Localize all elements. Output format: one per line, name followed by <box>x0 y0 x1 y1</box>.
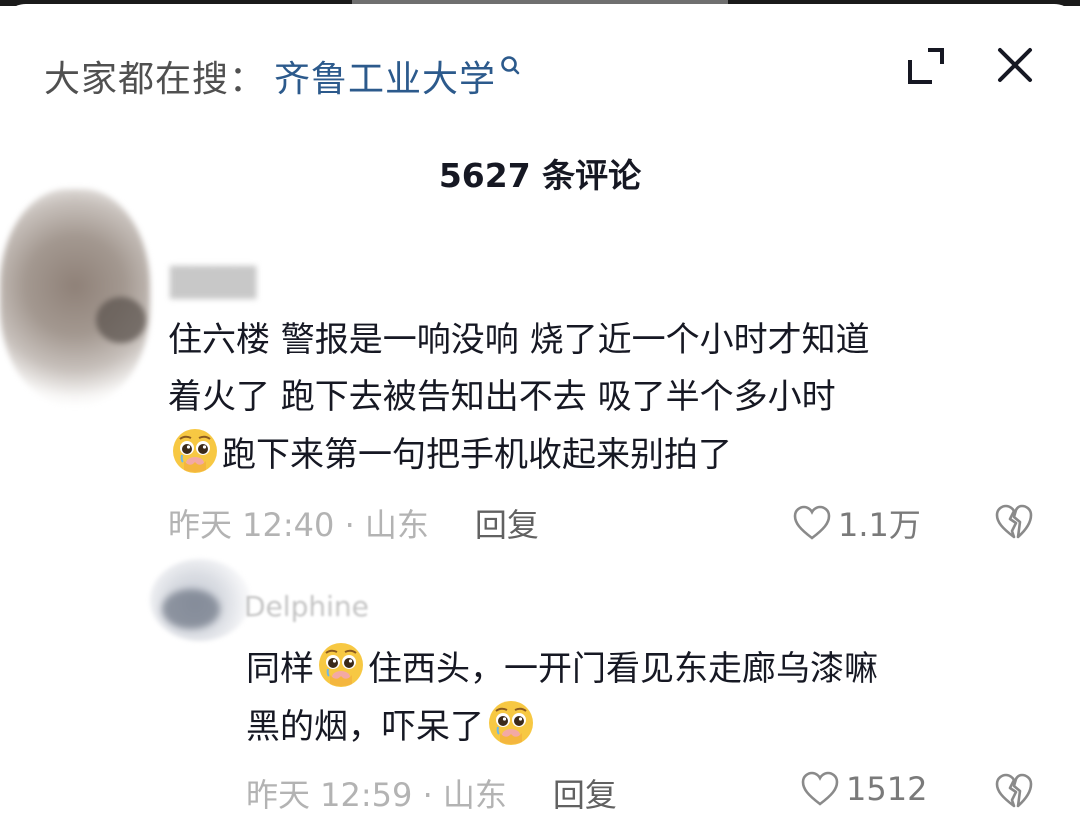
like-button[interactable]: 1512 <box>800 770 927 808</box>
like-count: 1.1万 <box>838 506 921 544</box>
comment-line: 住六楼 警报是一响没响 烧了近一个小时才知道 <box>168 320 870 360</box>
comment-sheet: 大家都在搜： 齐鲁工业大学 5627 条评论 ████ 住六楼 警报是一响没响 … <box>0 4 1080 834</box>
comment-line-text: 黑的烟，吓呆了 <box>246 707 484 747</box>
reply-button[interactable]: 回复 <box>553 770 617 816</box>
comment-body: 住六楼 警报是一响没响 烧了近一个小时才知道 着火了 跑下去被告知出不去 吸了半… <box>168 312 1048 484</box>
comment-line-with-emoji: 黑的烟，吓呆了 <box>246 698 1046 756</box>
like-button[interactable]: 1.1万 <box>792 500 921 546</box>
avatar[interactable] <box>0 189 150 404</box>
search-icon <box>501 56 520 75</box>
comment-meta: 昨天 12:40 · 山东 回复 <box>168 500 539 546</box>
reply-button[interactable]: 回复 <box>475 500 539 546</box>
heart-outline-icon <box>793 505 831 540</box>
search-term-link[interactable]: 齐鲁工业大学 <box>274 50 496 102</box>
comment-line-with-emoji: 跑下来第一句把手机收起来别拍了 <box>168 426 1048 484</box>
username[interactable]: Delphine <box>244 590 369 623</box>
comment-line-text: 住西头，一开门看见东走廊乌漆嘛 <box>368 649 878 689</box>
avatar[interactable] <box>150 559 250 641</box>
heart-outline-icon <box>801 771 839 806</box>
pleading-face-emoji <box>319 643 363 687</box>
comment-line-text: 跑下来第一句把手机收起来别拍了 <box>222 435 732 475</box>
comment-line-text: 同样 <box>246 649 314 689</box>
like-count: 1512 <box>846 770 928 808</box>
comment-line: 着火了 跑下去被告知出不去 吸了半个多小时 <box>168 377 836 417</box>
comment-body: 同样 住西头，一开门看见东走廊乌漆嘛 黑的烟，吓呆了 <box>246 640 1046 756</box>
comment-time-location: 昨天 12:40 · 山东 <box>168 506 429 544</box>
comment-meta: 昨天 12:59 · 山东 回复 <box>246 770 617 816</box>
close-icon[interactable] <box>996 46 1034 84</box>
expand-icon[interactable] <box>906 46 946 86</box>
pleading-face-emoji <box>489 701 533 745</box>
comment-time-location: 昨天 12:59 · 山东 <box>246 776 507 814</box>
comment-line-with-emoji: 同样 住西头，一开门看见东走廊乌漆嘛 <box>246 640 1046 698</box>
search-prefix: 大家都在搜： <box>44 59 267 100</box>
pleading-face-emoji <box>173 429 217 473</box>
trending-search[interactable]: 大家都在搜： 齐鲁工业大学 <box>44 52 524 100</box>
username-blurred[interactable]: ████ <box>170 266 256 299</box>
comment-count: 5627 条评论 <box>438 156 642 195</box>
broken-heart-icon[interactable] <box>994 772 1034 810</box>
broken-heart-icon[interactable] <box>994 503 1034 541</box>
